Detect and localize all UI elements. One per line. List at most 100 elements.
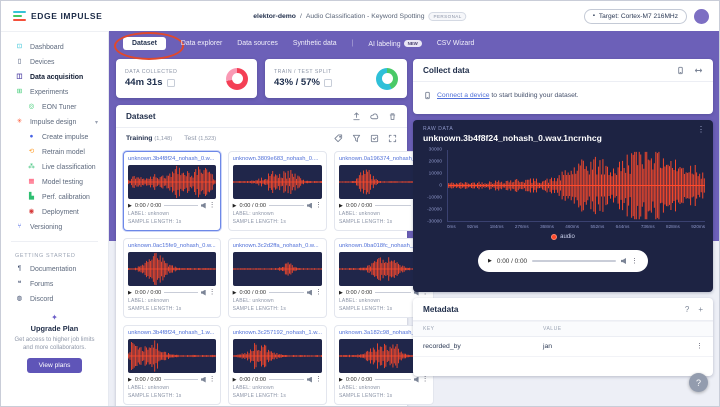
sample-menu-icon[interactable]: ⋮ [422, 376, 429, 383]
audio-waveform[interactable] [448, 150, 705, 221]
sidebar-item-data-acquisition[interactable]: ◫Data acquisition [1, 70, 108, 85]
x-tick-label: 276ms [515, 224, 529, 229]
sample-menu-icon[interactable]: ⋮ [209, 202, 216, 209]
play-icon[interactable]: ▶ [233, 203, 237, 209]
player-progress[interactable] [164, 379, 197, 380]
sidebar-item-eon-tuner[interactable]: ◎EON Tuner [1, 100, 108, 115]
breadcrumb-project[interactable]: elektor-demo [253, 13, 296, 20]
sample-name[interactable]: unknown.3b4f8f24_nohash_1.w... [128, 330, 216, 336]
tab-dataset[interactable]: Dataset [123, 37, 166, 50]
sample-card[interactable]: unknown.3b4f8f24_nohash_0.w...▶0:00 / 0:… [123, 151, 221, 231]
volume-icon[interactable] [201, 203, 206, 209]
player-progress[interactable] [269, 292, 304, 293]
play-icon[interactable]: ▶ [233, 290, 237, 296]
sidebar-item-forums[interactable]: ❝Forums [1, 277, 108, 292]
label-icon[interactable] [334, 134, 343, 143]
sidebar-item-documentation[interactable]: ¶Documentation [1, 262, 108, 277]
tab-data-explorer[interactable]: Data explorer [181, 40, 222, 47]
play-icon[interactable]: ▶ [339, 203, 343, 209]
fullscreen-icon[interactable] [388, 134, 397, 143]
play-icon[interactable]: ▶ [488, 258, 492, 264]
edge-impulse-logo[interactable]: EDGE IMPULSE [13, 11, 102, 22]
test-tab[interactable]: Test (1,523) [184, 135, 216, 142]
sample-card[interactable]: unknown.0ac15fe9_nohash_0.w...▶0:00 / 0:… [123, 238, 221, 318]
sidebar-item-versioning[interactable]: ⑂Versioning [1, 220, 108, 235]
sidebar-item-impulse-design[interactable]: ✳Impulse design▾ [1, 115, 108, 130]
chart-legend[interactable]: audio [413, 234, 713, 240]
sample-name[interactable]: unknown.0ac15fe9_nohash_0.w... [128, 243, 216, 249]
play-icon[interactable]: ▶ [339, 290, 343, 296]
sample-name[interactable]: unknown.3c257192_nohash_1.w... [233, 330, 322, 336]
sample-menu-icon[interactable]: ⋮ [315, 376, 322, 383]
tab-synthetic-data[interactable]: Synthetic data [293, 40, 337, 47]
sidebar-item-devices[interactable]: ▯Devices [1, 55, 108, 70]
volume-icon[interactable] [307, 377, 312, 383]
tab-ai-labeling[interactable]: AI labelingNEW [368, 40, 421, 48]
volume-icon[interactable] [201, 377, 206, 383]
play-icon[interactable]: ▶ [128, 203, 132, 209]
cloud-icon[interactable] [370, 112, 379, 121]
chevron-down-icon[interactable]: ▾ [95, 119, 98, 126]
player-progress[interactable] [375, 205, 410, 206]
player-progress[interactable] [164, 205, 197, 206]
sample-card[interactable]: unknown.3c257192_nohash_1.w...▶0:00 / 0:… [228, 325, 327, 405]
volume-icon[interactable] [414, 377, 419, 383]
sample-menu-icon[interactable]: ⋮ [315, 202, 322, 209]
sample-name[interactable]: unknown.3809e683_nohash_0.... [233, 156, 322, 162]
sample-card[interactable]: unknown.3c2d2ffa_nohash_0.w...▶0:00 / 0:… [228, 238, 327, 318]
tab-data-sources[interactable]: Data sources [237, 40, 278, 47]
trash-icon[interactable] [388, 112, 397, 121]
sidebar-item-deployment[interactable]: ◉Deployment [1, 205, 108, 220]
tab-csv-wizard[interactable]: CSV Wizard [437, 40, 475, 47]
filter-icon[interactable] [352, 134, 361, 143]
logo-icon [13, 11, 26, 22]
sidebar-item-live-classification[interactable]: ⁂Live classification [1, 160, 108, 175]
raw-data-menu-icon[interactable]: ⋮ [697, 126, 705, 134]
metadata-row[interactable]: recorded_by jan ⋮ [413, 337, 713, 357]
volume-icon[interactable] [307, 203, 312, 209]
resize-icon[interactable] [694, 66, 703, 75]
training-tab[interactable]: Training (1,148) [126, 135, 172, 142]
player-progress[interactable] [269, 205, 304, 206]
sample-menu-icon[interactable]: ⋮ [209, 376, 216, 383]
row-menu-icon[interactable]: ⋮ [696, 343, 703, 350]
sidebar-item-dashboard[interactable]: ⊡Dashboard [1, 40, 108, 55]
sample-menu-icon[interactable]: ⋮ [209, 289, 216, 296]
sidebar-item-create-impulse[interactable]: ●Create impulse [1, 130, 108, 145]
player-progress[interactable] [164, 292, 197, 293]
player-progress[interactable] [269, 379, 304, 380]
device-icon[interactable] [676, 66, 685, 75]
sample-menu-icon[interactable]: ⋮ [315, 289, 322, 296]
target-button[interactable]: ▪ Target: Cortex-M7 216MHz [584, 9, 687, 24]
sidebar-item-perf-calibration[interactable]: ▙Perf. calibration [1, 190, 108, 205]
help-fab[interactable]: ? [689, 373, 708, 392]
sample-name[interactable]: unknown.3c2d2ffa_nohash_0.w... [233, 243, 322, 249]
sidebar-item-experiments[interactable]: ⊞Experiments [1, 85, 108, 100]
sample-name[interactable]: unknown.3b4f8f24_nohash_0.w... [128, 156, 216, 162]
play-icon[interactable]: ▶ [233, 377, 237, 383]
add-metadata-icon[interactable]: + [698, 305, 703, 314]
stat-detail-icon[interactable] [167, 79, 175, 87]
volume-icon[interactable] [201, 290, 206, 296]
sample-card[interactable]: unknown.3809e683_nohash_0....▶0:00 / 0:0… [228, 151, 327, 231]
play-icon[interactable]: ▶ [128, 290, 132, 296]
player-progress[interactable] [375, 292, 410, 293]
sidebar-item-model-testing[interactable]: ▦Model testing [1, 175, 108, 190]
play-icon[interactable]: ▶ [128, 377, 132, 383]
player-progress[interactable] [375, 379, 410, 380]
help-icon[interactable]: ? [685, 305, 689, 314]
upload-icon[interactable] [352, 112, 361, 121]
player-menu-icon[interactable]: ⋮ [631, 258, 638, 265]
avatar[interactable] [694, 9, 709, 24]
connect-device-link[interactable]: Connect a device [437, 92, 490, 99]
volume-icon[interactable] [621, 258, 626, 264]
player-progress[interactable] [532, 260, 616, 262]
play-icon[interactable]: ▶ [339, 377, 343, 383]
stat-detail-icon[interactable] [324, 79, 332, 87]
volume-icon[interactable] [307, 290, 312, 296]
sidebar-item-discord[interactable]: ◍Discord [1, 292, 108, 307]
view-plans-button[interactable]: View plans [27, 358, 83, 373]
sidebar-item-retrain-model[interactable]: ⟲Retrain model [1, 145, 108, 160]
select-icon[interactable] [370, 134, 379, 143]
sample-card[interactable]: unknown.3b4f8f24_nohash_1.w...▶0:00 / 0:… [123, 325, 221, 405]
